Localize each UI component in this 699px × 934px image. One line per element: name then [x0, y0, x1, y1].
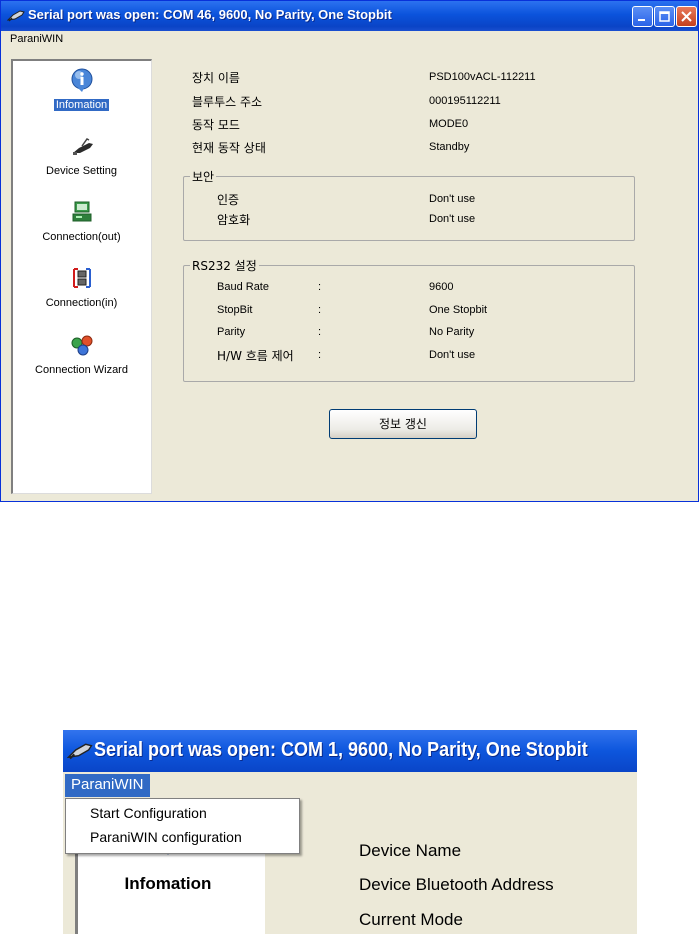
device-name-label: 장치 이름 — [192, 71, 240, 85]
maximize-icon — [659, 11, 670, 22]
menu-paraniwin[interactable]: ParaniWIN — [65, 774, 150, 797]
stopbit-label: StopBit — [217, 304, 253, 316]
sidebar-item-label: Connection Wizard — [35, 364, 128, 376]
sidebar-item-label: Connection(in) — [45, 297, 118, 309]
security-group: 보안 — [183, 168, 635, 241]
encryption-label: 암호화 — [217, 213, 251, 227]
sidebar-item-infomation[interactable]: Infomation — [63, 874, 273, 894]
paraniwin-dropdown-menu: Start Configuration ParaniWIN configurat… — [65, 798, 300, 854]
rs232-separator: : — [318, 304, 322, 316]
sidebar-item-device-setting[interactable]: Device Setting — [13, 133, 150, 178]
connection-wizard-icon — [71, 335, 92, 356]
rs232-separator: : — [318, 349, 322, 361]
rs232-separator: : — [318, 326, 322, 338]
bluetooth-address-value: 000195112211 — [429, 95, 501, 107]
stopbit-value: One Stopbit — [429, 304, 488, 316]
menu-item-start-configuration[interactable]: Start Configuration — [90, 805, 207, 821]
flow-control-value: Don't use — [429, 349, 476, 361]
sidebar-item-label: Device Setting — [46, 165, 117, 177]
title-bar[interactable]: Serial port was open: COM 1, 9600, No Pa… — [63, 730, 637, 772]
bluetooth-address-label: 블루투스 주소 — [192, 95, 263, 109]
baud-rate-label: Baud Rate — [217, 281, 269, 293]
refresh-info-button[interactable]: 정보 갱신 — [329, 409, 477, 439]
title-bar[interactable]: Serial port was open: COM 46, 9600, No P… — [1, 1, 698, 31]
sidebar-item-infomation[interactable]: Infomation — [13, 67, 150, 112]
operation-mode-value: MODE0 — [429, 118, 469, 130]
parity-label: Parity — [217, 326, 246, 338]
minimize-button[interactable] — [632, 6, 653, 27]
operation-mode-label: 동작 모드 — [192, 118, 240, 132]
window-title: Serial port was open: COM 46, 9600, No P… — [28, 7, 392, 22]
paraniwin-window-zoomed: Serial port was open: COM 1, 9600, No Pa… — [63, 730, 637, 934]
parity-value: No Parity — [429, 326, 475, 338]
connection-in-icon — [72, 268, 91, 288]
menu-bar: ParaniWIN — [1, 31, 698, 48]
device-setting-icon — [72, 138, 93, 155]
window-title: Serial port was open: COM 1, 9600, No Pa… — [94, 739, 588, 761]
device-name-value: PSD100vACL-112211 — [429, 71, 536, 83]
sidebar-item-connection-out[interactable]: Connection(out) — [13, 199, 150, 244]
paraniwin-window: Serial port was open: COM 46, 9600, No P… — [0, 0, 699, 502]
paraniwin-app-icon — [67, 743, 93, 760]
paraniwin-app-icon — [7, 10, 25, 22]
encryption-value: Don't use — [429, 213, 476, 225]
bluetooth-address-label: Device Bluetooth Address — [359, 875, 554, 894]
current-status-value: Standby — [429, 141, 470, 153]
current-mode-label: Current Mode — [359, 910, 463, 929]
close-button[interactable] — [676, 6, 697, 27]
baud-rate-value: 9600 — [429, 281, 454, 293]
rs232-separator: : — [318, 281, 322, 293]
flow-control-label: H/W 흐름 제어 — [217, 349, 294, 363]
security-group-legend: 보안 — [192, 170, 215, 184]
close-icon — [681, 11, 692, 22]
rs232-group-legend: RS232 설정 — [192, 259, 257, 273]
current-status-label: 현재 동작 상태 — [192, 141, 266, 155]
authentication-label: 인증 — [217, 193, 240, 207]
menu-item-paraniwin-configuration[interactable]: ParaniWIN configuration — [90, 829, 242, 845]
sidebar-item-label: Connection(out) — [42, 231, 121, 243]
sidebar: Infomation Device Setting Connection(out… — [11, 59, 152, 494]
info-icon — [71, 68, 92, 92]
device-name-label: Device Name — [359, 841, 462, 860]
maximize-button[interactable] — [654, 6, 675, 27]
sidebar-item-label: Infomation — [53, 99, 110, 111]
sidebar-item-connection-wizard[interactable]: Connection Wizard — [13, 332, 150, 377]
sidebar-item-connection-in[interactable]: Connection(in) — [13, 265, 150, 310]
connection-out-icon — [72, 201, 91, 222]
minimize-icon — [638, 19, 645, 21]
menu-paraniwin[interactable]: ParaniWIN — [10, 33, 63, 45]
authentication-value: Don't use — [429, 193, 476, 205]
menu-bar: ParaniWIN — [63, 772, 637, 798]
